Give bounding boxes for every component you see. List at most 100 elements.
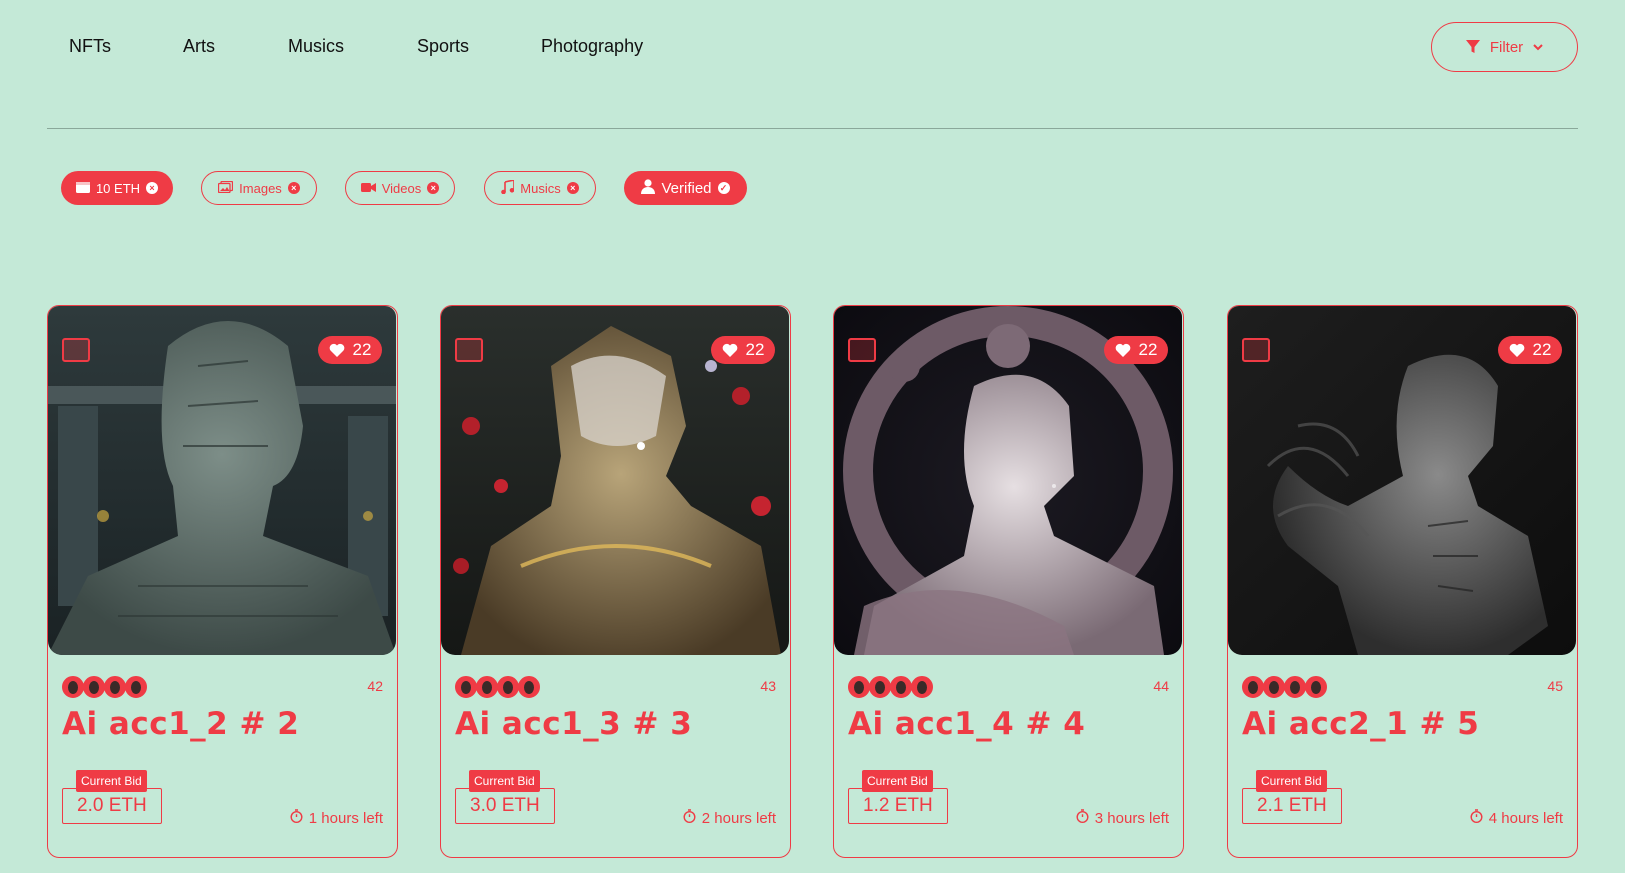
chip-label: Musics [520, 180, 561, 196]
nft-card[interactable]: 22 42 Ai acc1_2 # 2 Current Bid 2.0 ETH … [47, 305, 398, 858]
nav-item-sports[interactable]: Sports [417, 36, 469, 57]
time-left-text: 2 hours left [701, 809, 776, 827]
stopwatch-icon [1470, 809, 1483, 827]
avatar[interactable] [911, 676, 933, 698]
like-button[interactable]: 22 [711, 336, 775, 364]
avatar[interactable] [890, 676, 912, 698]
card-title[interactable]: Ai acc1_2 # 2 [62, 706, 299, 742]
chip-musics[interactable]: Musics × [484, 171, 596, 205]
chip-label: Verified [661, 179, 712, 197]
nft-card[interactable]: 22 43 Ai acc1_3 # 3 Current Bid 3.0 ETH … [440, 305, 791, 858]
nft-card[interactable]: 22 45 Ai acc2_1 # 5 Current Bid 2.1 ETH … [1227, 305, 1578, 858]
avatar[interactable] [83, 676, 105, 698]
nft-artwork[interactable]: 22 [1228, 306, 1576, 655]
nft-artwork[interactable]: 22 [48, 306, 396, 655]
nav-item-nfts[interactable]: NFTs [69, 36, 111, 57]
wallet-icon [75, 181, 90, 196]
time-left: 2 hours left [683, 809, 776, 827]
current-bid-value: 3.0 ETH [455, 788, 555, 824]
like-count: 22 [352, 340, 372, 359]
nav-item-musics[interactable]: Musics [288, 36, 344, 57]
chip-label: Images [239, 180, 282, 196]
chip-verified[interactable]: Verified ✓ [624, 171, 747, 205]
heart-icon [722, 343, 738, 357]
image-icon [455, 338, 483, 362]
card-title[interactable]: Ai acc2_1 # 5 [1242, 706, 1479, 742]
time-left-text: 1 hours left [308, 809, 383, 827]
stopwatch-icon [683, 809, 696, 827]
avatar[interactable] [1284, 676, 1306, 698]
like-count: 22 [1138, 340, 1158, 359]
chip-10-eth[interactable]: 10 ETH × [61, 171, 173, 205]
avatar[interactable] [125, 676, 147, 698]
card-number: 43 [760, 678, 776, 694]
nav-item-arts[interactable]: Arts [183, 36, 215, 57]
image-icon [1242, 338, 1270, 362]
avatar[interactable] [62, 676, 84, 698]
card-number: 45 [1547, 678, 1563, 694]
chevron-down-icon [1533, 43, 1543, 51]
stopwatch-icon [290, 809, 303, 827]
avatar[interactable] [476, 676, 498, 698]
card-title[interactable]: Ai acc1_3 # 3 [455, 706, 692, 742]
current-bid-label: Current Bid [469, 770, 540, 792]
time-left-text: 3 hours left [1094, 809, 1169, 827]
image-icon [848, 338, 876, 362]
avatar[interactable] [848, 676, 870, 698]
avatar[interactable] [518, 676, 540, 698]
avatar[interactable] [1263, 676, 1285, 698]
stopwatch-icon [1076, 809, 1089, 827]
time-left: 1 hours left [290, 809, 383, 827]
heart-icon [1115, 343, 1131, 357]
avatar[interactable] [1242, 676, 1264, 698]
current-bid-value: 1.2 ETH [848, 788, 948, 824]
top-nav: NFTs Arts Musics Sports Photography Filt… [0, 0, 1625, 100]
nft-artwork[interactable]: 22 [441, 306, 789, 655]
chip-label: 10 ETH [95, 180, 141, 196]
like-button[interactable]: 22 [318, 336, 382, 364]
filter-button[interactable]: Filter [1431, 22, 1578, 72]
close-icon[interactable]: × [566, 182, 579, 194]
nav-item-photography[interactable]: Photography [541, 36, 643, 57]
music-icon [501, 178, 516, 197]
current-bid-label: Current Bid [862, 770, 933, 792]
close-icon[interactable]: × [146, 182, 159, 194]
time-left: 3 hours left [1076, 809, 1169, 827]
current-bid-value: 2.0 ETH [62, 788, 162, 824]
current-bid-label: Current Bid [1256, 770, 1327, 792]
like-button[interactable]: 22 [1498, 336, 1562, 364]
filter-chips: 10 ETH × Images × Videos × Musics × Veri… [0, 171, 1625, 207]
video-icon [360, 181, 376, 196]
owner-avatars [1242, 676, 1327, 698]
owner-avatars [455, 676, 540, 698]
like-button[interactable]: 22 [1104, 336, 1168, 364]
heart-icon [329, 343, 345, 357]
avatar[interactable] [497, 676, 519, 698]
funnel-icon [1465, 40, 1480, 54]
filter-label: Filter [1489, 38, 1524, 56]
current-bid-label: Current Bid [76, 770, 147, 792]
chip-videos[interactable]: Videos × [345, 171, 455, 205]
check-icon: ✓ [717, 182, 730, 194]
card-title[interactable]: Ai acc1_4 # 4 [848, 706, 1085, 742]
avatar[interactable] [1305, 676, 1327, 698]
heart-icon [1509, 343, 1525, 357]
nft-artwork[interactable]: 22 [834, 306, 1182, 655]
nft-card[interactable]: 22 44 Ai acc1_4 # 4 Current Bid 1.2 ETH … [833, 305, 1184, 858]
image-icon [62, 338, 90, 362]
close-icon[interactable]: × [427, 182, 440, 194]
close-icon[interactable]: × [287, 182, 300, 194]
images-icon [218, 180, 234, 196]
card-number: 42 [367, 678, 383, 694]
avatar[interactable] [869, 676, 891, 698]
current-bid-value: 2.1 ETH [1242, 788, 1342, 824]
owner-avatars [62, 676, 147, 698]
chip-images[interactable]: Images × [201, 171, 317, 205]
card-number: 44 [1153, 678, 1169, 694]
time-left-text: 4 hours left [1488, 809, 1563, 827]
like-count: 22 [1532, 340, 1552, 359]
user-icon [641, 178, 656, 198]
avatar[interactable] [455, 676, 477, 698]
avatar[interactable] [104, 676, 126, 698]
chip-label: Videos [381, 180, 422, 196]
